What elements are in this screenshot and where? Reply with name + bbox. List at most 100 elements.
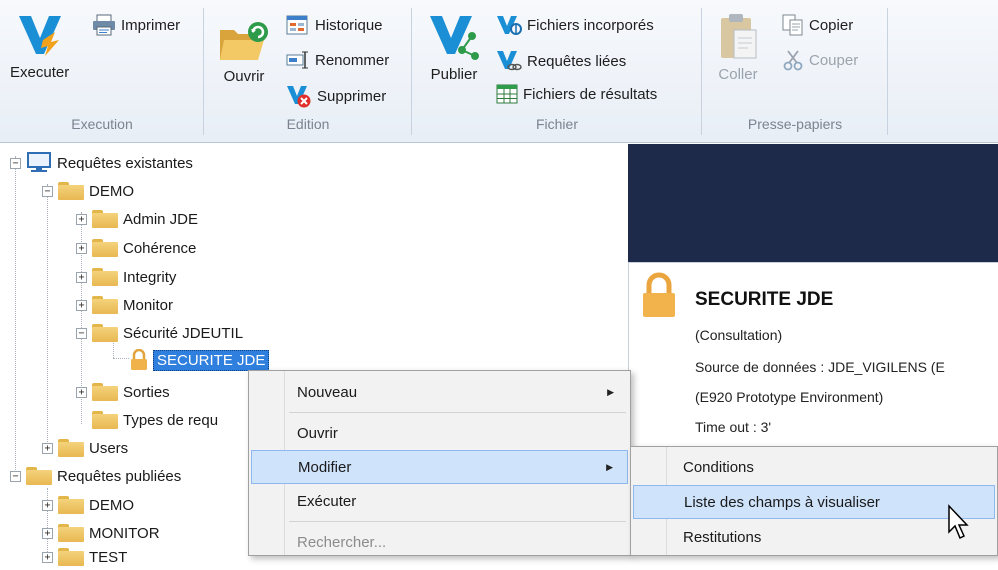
tree-label: DEMO: [89, 496, 134, 514]
tree-label: Cohérence: [123, 239, 197, 257]
tree-node-monitor[interactable]: + Monitor: [76, 292, 173, 318]
coller-button[interactable]: Coller: [718, 12, 758, 83]
couper-button[interactable]: Couper: [782, 49, 858, 71]
ribbon-group-presse-papiers: Coller Copier Couper Presse-papiers: [702, 0, 888, 143]
group-label-edition: Edition: [286, 116, 330, 132]
tree-label: Admin JDE: [123, 210, 199, 228]
publier-label: Publier: [430, 66, 478, 83]
requetes-liees-button[interactable]: Requêtes liées: [496, 49, 626, 73]
folder-icon: [58, 439, 84, 457]
tree-label: TEST: [89, 548, 128, 566]
folder-icon: [26, 467, 52, 485]
supprimer-label: Supprimer: [317, 87, 387, 105]
tree-label: MONITOR: [89, 524, 160, 542]
ribbon-group-execution: Executer Imprimer Execution: [0, 0, 204, 143]
executer-label: Executer: [10, 64, 70, 81]
mouse-cursor-icon: [948, 504, 969, 540]
collapse-toggle[interactable]: −: [10, 157, 21, 169]
publish-icon: [430, 16, 479, 60]
open-folder-icon: [220, 22, 268, 60]
copy-icon: [782, 14, 803, 36]
tree-node-types[interactable]: Types de requ: [92, 407, 218, 433]
lock-icon: [131, 349, 147, 370]
computer-icon: [27, 152, 51, 172]
coller-label: Coller: [718, 66, 758, 83]
linked-queries-icon: [497, 51, 522, 71]
expand-toggle[interactable]: +: [76, 213, 87, 225]
copier-button[interactable]: Copier: [782, 14, 853, 36]
tree-node-securite-jdeutil[interactable]: − Sécurité JDEUTIL: [76, 320, 243, 346]
folder-icon: [92, 239, 118, 257]
collapse-toggle[interactable]: −: [76, 327, 87, 339]
folder-icon: [92, 268, 118, 286]
tree-node-pub-demo[interactable]: + DEMO: [42, 492, 134, 518]
folder-icon: [58, 182, 84, 200]
info-title: SECURITE JDE: [695, 289, 834, 310]
executer-button[interactable]: Executer: [10, 10, 69, 81]
tree-line: [47, 184, 48, 446]
expand-toggle[interactable]: +: [76, 299, 87, 311]
historique-button[interactable]: Historique: [286, 14, 383, 36]
renommer-button[interactable]: Renommer: [286, 49, 389, 71]
menu-item-rechercher[interactable]: Rechercher...: [251, 525, 628, 559]
tree-node-users[interactable]: + Users: [42, 435, 128, 461]
menu-separator: [289, 521, 626, 522]
menu-item-nouveau[interactable]: Nouveau ▶: [251, 375, 628, 409]
menu-item-modifier[interactable]: Modifier ▶: [251, 450, 628, 484]
submenu-arrow-icon: ▶: [606, 461, 613, 472]
tree-node-existing[interactable]: − Requêtes existantes: [10, 150, 193, 176]
tree-label: Users: [89, 439, 129, 457]
tree-node-coherence[interactable]: + Cohérence: [76, 235, 196, 261]
fichiers-resultats-label: Fichiers de résultats: [523, 85, 658, 103]
group-label-fichier: Fichier: [535, 116, 578, 132]
fichiers-incorpores-button[interactable]: Fichiers incorporés: [496, 14, 654, 36]
paste-icon: [721, 14, 757, 59]
collapse-toggle[interactable]: −: [42, 185, 53, 197]
expand-toggle[interactable]: +: [76, 271, 87, 283]
menu-label: Liste des champs à visualiser: [684, 493, 880, 511]
tree-node-pub-test[interactable]: + TEST: [42, 544, 127, 570]
expand-toggle[interactable]: +: [42, 499, 53, 511]
ouvrir-button[interactable]: Ouvrir: [218, 20, 270, 85]
context-menu: Nouveau ▶ Ouvrir Modifier ▶ Exécuter Rec…: [248, 370, 631, 556]
menu-label: Ouvrir: [297, 424, 338, 442]
tree-node-admin-jde[interactable]: + Admin JDE: [76, 206, 198, 232]
expand-toggle[interactable]: +: [42, 442, 53, 454]
tree-node-integrity[interactable]: + Integrity: [76, 264, 176, 290]
menu-item-executer[interactable]: Exécuter: [251, 484, 628, 518]
embedded-files-icon: [497, 16, 522, 35]
imprimer-button[interactable]: Imprimer: [92, 14, 180, 36]
supprimer-button[interactable]: Supprimer: [286, 84, 386, 108]
tree-node-published[interactable]: − Requêtes publiées: [10, 463, 181, 489]
tree-line: [15, 156, 16, 476]
expand-toggle[interactable]: +: [76, 386, 87, 398]
collapse-toggle[interactable]: −: [10, 470, 21, 482]
submenu-item-restitutions[interactable]: Restitutions: [633, 520, 995, 554]
publier-button[interactable]: Publier: [428, 10, 480, 83]
info-source: Source de données : JDE_VIGILENS (E: [695, 359, 945, 375]
tree-node-pub-monitor[interactable]: + MONITOR: [42, 520, 160, 546]
tree-node-sorties[interactable]: + Sorties: [76, 379, 170, 405]
expand-toggle[interactable]: +: [76, 242, 87, 254]
folder-icon: [92, 296, 118, 314]
fichiers-resultats-button[interactable]: Fichiers de résultats: [496, 84, 657, 104]
submenu-item-liste-champs[interactable]: Liste des champs à visualiser: [633, 485, 995, 519]
folder-icon: [92, 324, 118, 342]
expand-toggle[interactable]: +: [42, 551, 53, 563]
lock-large-icon: [643, 272, 675, 317]
renommer-label: Renommer: [315, 51, 390, 69]
tree-line: [113, 358, 129, 359]
info-mode: (Consultation): [695, 327, 783, 343]
folder-icon: [92, 210, 118, 228]
submenu-arrow-icon: ▶: [607, 386, 614, 397]
tree-label: Monitor: [123, 296, 174, 314]
rename-icon: [286, 51, 308, 69]
group-label-execution: Execution: [71, 116, 133, 132]
results-table-icon: [496, 84, 518, 104]
expand-toggle[interactable]: +: [42, 527, 53, 539]
tree-label: Sorties: [123, 383, 170, 401]
menu-item-ouvrir[interactable]: Ouvrir: [251, 416, 628, 450]
tree-node-demo[interactable]: − DEMO: [42, 178, 134, 204]
submenu-item-conditions[interactable]: Conditions: [633, 450, 995, 484]
menu-label: Restitutions: [683, 528, 762, 546]
